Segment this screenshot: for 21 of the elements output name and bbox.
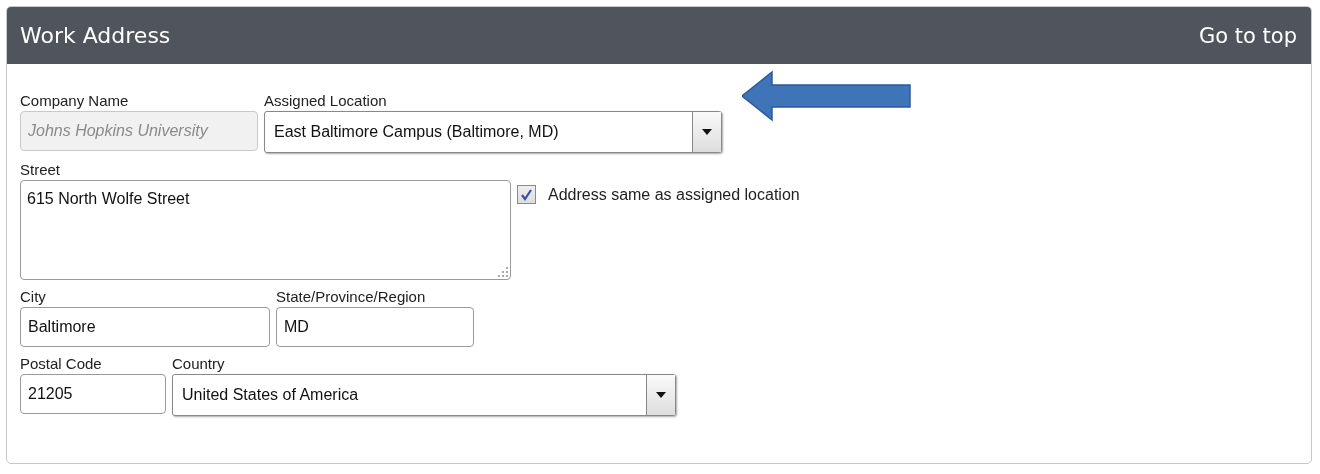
resize-grip-icon <box>496 265 508 277</box>
text-field[interactable]: MD <box>276 307 474 347</box>
dropdown[interactable]: East Baltimore Campus (Baltimore, MD) <box>264 111 722 153</box>
field-label: Street <box>20 161 62 178</box>
field-label: Assigned Location <box>264 92 388 109</box>
field-label: State/Province/Region <box>276 288 427 305</box>
text-field[interactable]: Baltimore <box>20 307 270 347</box>
panel-title: Work Address <box>20 23 171 48</box>
checkmark-icon <box>520 188 533 201</box>
field-label: Postal Code <box>20 355 103 372</box>
text-field[interactable]: 21205 <box>20 374 166 414</box>
field-label: Company Name <box>20 92 130 109</box>
field-label: Country <box>172 355 226 372</box>
caret-down-icon <box>702 129 712 135</box>
checkbox-label: Address same as assigned location <box>548 185 800 204</box>
dropdown[interactable]: United States of America <box>172 374 676 416</box>
field-label: City <box>20 288 47 305</box>
caret-down-icon <box>656 392 666 398</box>
checkbox[interactable] <box>517 185 536 204</box>
go-to-top-link[interactable]: Go to top <box>1199 23 1297 48</box>
street-textarea[interactable]: 615 North Wolfe Street <box>20 180 511 280</box>
